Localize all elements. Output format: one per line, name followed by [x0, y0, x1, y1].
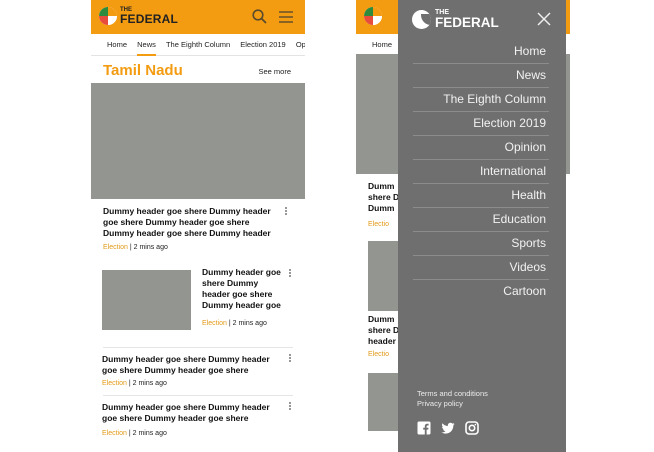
social-links — [417, 421, 479, 435]
story-headline-fragment: Dumm — [368, 181, 395, 191]
hamburger-menu-icon[interactable] — [279, 11, 293, 23]
story-headline[interactable]: Dummy header goe shere Dummy header goe … — [102, 354, 279, 376]
logo[interactable] — [364, 7, 382, 25]
story-headline[interactable]: Dummy header goe shere Dummy header goe … — [102, 402, 279, 424]
story-meta: Election | 2 mins ago — [102, 430, 279, 437]
logo-name: FEDERAL — [435, 15, 499, 30]
story-fragment[interactable]: Dumm shere D Dumm Electio — [368, 181, 399, 230]
story-time: | 2 mins ago — [228, 320, 267, 327]
menu-item-election-2019[interactable]: Election 2019 — [413, 112, 549, 136]
menu-item-news[interactable]: News — [413, 64, 549, 88]
nav-tabs: Home News The Eighth Column Election 201… — [91, 34, 305, 56]
story-item[interactable]: Dummy header goe shere Dummy header goe … — [91, 396, 305, 441]
story-meta: Election | 2 mins ago — [103, 244, 279, 251]
story-headline-fragment: shere D — [368, 192, 400, 202]
tab-home[interactable]: Home — [372, 34, 392, 56]
tab-news[interactable]: News — [137, 35, 156, 56]
hero-image[interactable] — [91, 83, 305, 199]
search-icon[interactable] — [252, 9, 267, 24]
logo-mark-icon — [412, 9, 431, 29]
story-headline[interactable]: Dummy header goe shere Dummy header goe … — [103, 206, 279, 239]
story-category[interactable]: Election — [202, 320, 227, 327]
story-headline-fragment: Dumm — [368, 203, 395, 213]
menu-item-education[interactable]: Education — [413, 208, 549, 232]
tab-election-2019[interactable]: Election 2019 — [240, 34, 285, 56]
story-headline-fragment: shere D — [368, 325, 400, 335]
story-fragment[interactable]: Dumm shere D header Electio — [368, 314, 399, 360]
instagram-icon[interactable] — [465, 421, 479, 435]
menu-item-health[interactable]: Health — [413, 184, 549, 208]
section-header: Tamil Nadu See more — [91, 56, 305, 83]
see-more-link[interactable]: See more — [258, 67, 291, 76]
side-menu-overlay: THE FEDERAL Home News The Eighth Column … — [398, 0, 566, 452]
story-time: | 2 mins ago — [129, 244, 168, 251]
story-thumbnail[interactable] — [102, 270, 191, 330]
story-category[interactable]: Election — [102, 380, 127, 387]
menu-item-opinion[interactable]: Opinion — [413, 136, 549, 160]
tab-eighth-column[interactable]: The Eighth Column — [166, 34, 230, 56]
terms-link[interactable]: Terms and conditions — [417, 389, 488, 399]
story-item[interactable]: Dummy header goe shere Dummy header goe … — [91, 267, 305, 347]
story-headline-fragment: header — [368, 336, 396, 346]
more-options-icon[interactable] — [289, 402, 292, 412]
story-item[interactable]: Dummy header goe shere Dummy header goe … — [91, 199, 305, 259]
menu-item-sports[interactable]: Sports — [413, 232, 549, 256]
story-meta: Election | 2 mins ago — [202, 320, 267, 327]
menu-item-eighth-column[interactable]: The Eighth Column — [413, 88, 549, 112]
close-icon[interactable] — [537, 12, 551, 26]
section-title: Tamil Nadu — [103, 62, 183, 79]
logo-name: FEDERAL — [120, 12, 179, 26]
story-meta: Election | 2 mins ago — [102, 380, 279, 387]
menu-item-international[interactable]: International — [413, 160, 549, 184]
menu-item-videos[interactable]: Videos — [413, 256, 549, 280]
tab-opinion[interactable]: Opin — [296, 34, 305, 56]
menu-item-cartoon[interactable]: Cartoon — [413, 280, 549, 304]
menu-item-home[interactable]: Home — [413, 40, 549, 64]
story-time: | 2 mins ago — [128, 380, 167, 387]
tab-home[interactable]: Home — [107, 34, 127, 56]
twitter-icon[interactable] — [441, 421, 455, 435]
more-options-icon[interactable] — [289, 354, 292, 364]
logo-mark-icon — [364, 7, 382, 25]
story-time: | 2 mins ago — [128, 430, 167, 437]
story-item[interactable]: Dummy header goe shere Dummy header goe … — [91, 348, 305, 393]
menu-list: Home News The Eighth Column Election 201… — [413, 40, 549, 304]
more-options-icon[interactable] — [289, 269, 292, 279]
story-category: Electio — [368, 351, 390, 358]
story-category[interactable]: Election — [102, 430, 127, 437]
logo-mark-icon — [99, 7, 117, 25]
story-category[interactable]: Election — [103, 244, 128, 251]
logo[interactable]: THE FEDERAL — [99, 7, 178, 25]
top-bar: THE FEDERAL — [91, 0, 305, 34]
footer-links: Terms and conditions Privacy policy — [417, 389, 488, 409]
privacy-link[interactable]: Privacy policy — [417, 399, 488, 409]
story-headline[interactable]: Dummy header goe shere Dummy header goe … — [202, 267, 288, 311]
story-category: Electio — [368, 221, 390, 228]
story-headline-fragment: Dumm — [368, 314, 395, 324]
more-options-icon[interactable] — [285, 207, 288, 217]
phone-screen-home: THE FEDERAL Home News The Eighth Column … — [91, 0, 305, 452]
facebook-icon[interactable] — [417, 421, 431, 435]
menu-logo[interactable]: THE FEDERAL — [412, 9, 499, 30]
